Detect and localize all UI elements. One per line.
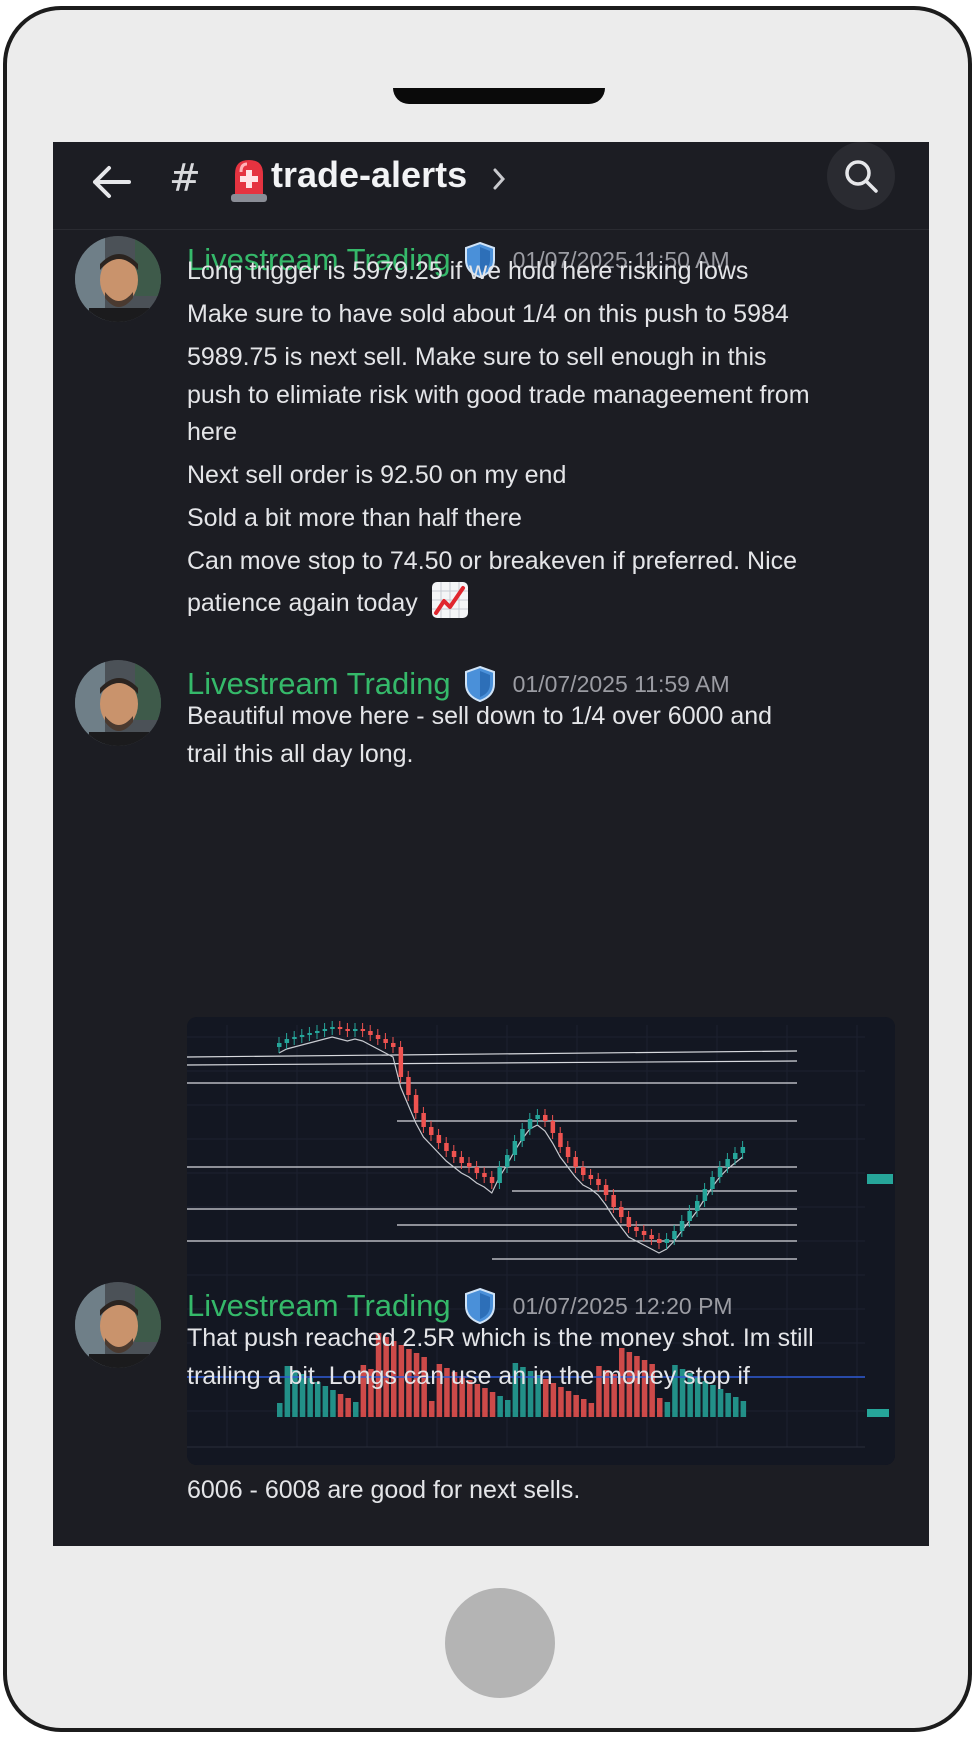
message-text: Sold a bit more than half there: [187, 504, 522, 532]
chevron-right-icon[interactable]: [491, 166, 507, 192]
message-text: trailing a bit. Longs can use an in the …: [187, 1362, 750, 1390]
chart-image-attachment[interactable]: [187, 1017, 895, 1465]
channel-name[interactable]: trade-alerts: [271, 154, 467, 196]
home-button[interactable]: [445, 1588, 555, 1698]
message-text: Next sell order is 92.50 on my end: [187, 461, 567, 489]
timestamp: 01/07/2025 11:59 AM: [512, 670, 730, 697]
hash-icon: #: [169, 156, 201, 200]
back-arrow-icon: [93, 166, 131, 198]
message-text: trail this all day long.: [187, 740, 414, 768]
avatar[interactable]: [75, 1282, 161, 1368]
avatar[interactable]: [75, 236, 161, 322]
trading-chart-screenshot: [187, 1017, 895, 1465]
rotating-light-icon: [231, 160, 267, 202]
chart-increasing-icon: [431, 582, 468, 618]
message-text: Beautiful move here - sell down to 1/4 o…: [187, 702, 773, 730]
message-text: push to elimiate risk with good trade ma…: [187, 381, 810, 409]
message-text: 6006 - 6008 are good for next sells.: [187, 1476, 581, 1504]
search-button[interactable]: [827, 142, 895, 210]
channel-header: # trade-alerts: [53, 142, 929, 230]
message-text: here: [187, 418, 238, 446]
back-button[interactable]: [81, 152, 141, 212]
app-screen: # trade-alerts Livestream Trading 01/07/…: [53, 142, 929, 1546]
phone-speaker: [393, 88, 605, 104]
message-text: Long trigger is 5979.25 if we hold here …: [187, 257, 749, 285]
message-text: Can move stop to 74.50 or breakeven if p…: [187, 547, 798, 575]
timestamp: 01/07/2025 12:20 PM: [512, 1292, 733, 1319]
avatar[interactable]: [75, 660, 161, 746]
message-text-last: patience again today: [187, 581, 907, 622]
message-text: 5989.75 is next sell. Make sure to sell …: [187, 343, 767, 371]
search-icon: [845, 160, 878, 193]
message-text: patience again today: [187, 589, 418, 617]
message-text: Make sure to have sold about 1/4 on this…: [187, 300, 789, 328]
message-text: That push reached 2.5R which is the mone…: [187, 1324, 814, 1352]
